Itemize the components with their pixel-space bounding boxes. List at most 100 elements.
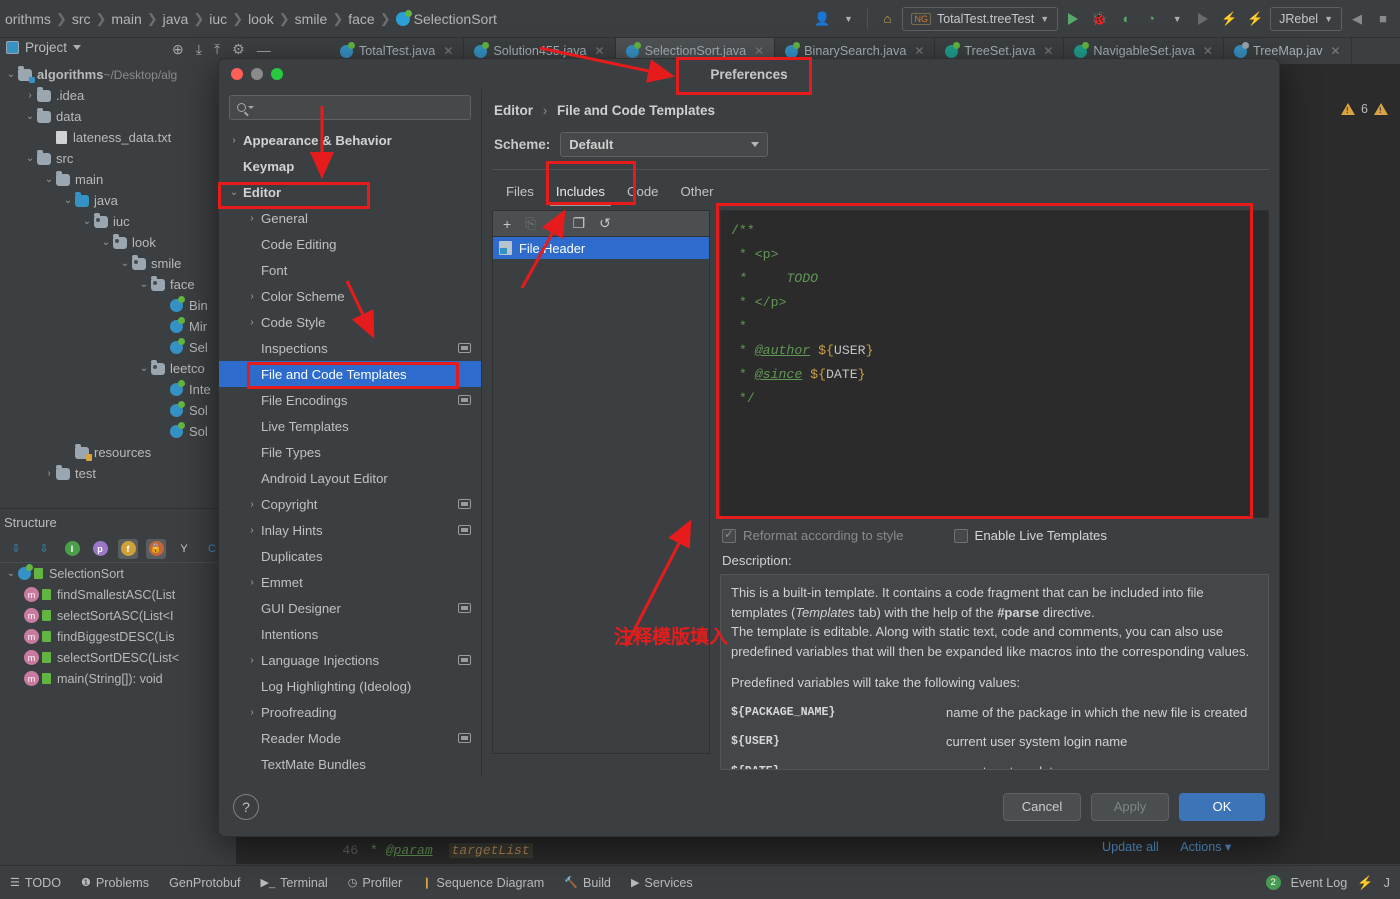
chevron-right-icon[interactable]: ›	[245, 525, 259, 536]
apply-button[interactable]: Apply	[1091, 792, 1169, 821]
breadcrumb-item[interactable]: SelectionSort	[391, 10, 502, 27]
group-methods-icon[interactable]: Y	[174, 539, 194, 559]
breadcrumb-item[interactable]: main	[106, 11, 146, 27]
show-fields-icon[interactable]: f	[118, 538, 138, 559]
chevron-down-icon[interactable]: ⌄	[80, 216, 94, 227]
settings-tree-item[interactable]: › Inlay Hints	[219, 517, 481, 543]
project-tree-node[interactable]: Bin	[0, 295, 236, 316]
chevron-down-icon[interactable]: ⌄	[23, 111, 37, 122]
run-config-caret-icon[interactable]: ▼	[1040, 14, 1049, 24]
avatar-caret-icon[interactable]: ▼	[837, 8, 859, 30]
settings-tree-item[interactable]: TextMate Bundles	[219, 751, 481, 777]
chevron-down-icon[interactable]: ⌄	[99, 237, 113, 248]
project-tree-node[interactable]: ⌄ smile	[0, 253, 236, 274]
stop-icon[interactable]: ■	[1372, 8, 1394, 30]
project-tree-node[interactable]: Sol	[0, 421, 236, 442]
settings-tree-item[interactable]: File and Code Templates	[219, 361, 481, 387]
project-tree-node[interactable]: › test	[0, 463, 236, 484]
actions-link[interactable]: Actions	[1180, 840, 1221, 854]
template-list[interactable]: File Header	[492, 236, 710, 754]
inspection-warning-indicator[interactable]: 6	[1341, 102, 1388, 116]
breadcrumb-item[interactable]: look	[243, 11, 279, 27]
close-icon[interactable]: ✕	[443, 44, 453, 58]
project-tree-node[interactable]: ⌄ data	[0, 106, 236, 127]
settings-tree-item[interactable]: › Color Scheme	[219, 283, 481, 309]
structure-item[interactable]: m selectSortASC(List<I	[0, 605, 236, 626]
status-bar-item[interactable]: ❶ Problems	[81, 876, 149, 890]
template-list-item[interactable]: File Header	[493, 237, 709, 259]
chevron-down-icon[interactable]: ⌄	[227, 187, 241, 198]
expand-all-icon[interactable]: ⤓	[196, 41, 202, 58]
jrebel-selector[interactable]: JRebel ▼	[1270, 6, 1342, 31]
project-tree-node[interactable]: ⌄ leetco	[0, 358, 236, 379]
project-tree-node[interactable]: Sel	[0, 337, 236, 358]
plus-icon[interactable]: +	[503, 216, 511, 232]
template-code-editor[interactable]: /** * <p> * TODO * </p> * * @author ${US…	[720, 210, 1269, 518]
breadcrumb-item[interactable]: face	[343, 11, 379, 27]
templates-tab[interactable]: Other	[671, 180, 724, 206]
project-tree-node[interactable]: resources	[0, 442, 236, 463]
settings-tree-item[interactable]: Intentions	[219, 621, 481, 647]
settings-tree-item[interactable]: › Proofreading	[219, 699, 481, 725]
chevron-down-icon[interactable]: ⌄	[23, 153, 37, 164]
close-icon[interactable]: ✕	[754, 44, 764, 58]
cancel-button[interactable]: Cancel	[1003, 792, 1081, 821]
coverage-button[interactable]: ◖	[1114, 8, 1136, 30]
copy-template-icon[interactable]: ⎘	[525, 215, 536, 232]
project-tree-node[interactable]: ⌄ java	[0, 190, 236, 211]
structure-item[interactable]: m selectSortDESC(List<	[0, 647, 236, 668]
jrebel-caret-icon[interactable]: ▼	[1324, 14, 1333, 24]
settings-tree-item[interactable]: › Code Style	[219, 309, 481, 335]
breadcrumb-item[interactable]: iuc	[204, 11, 232, 27]
templates-tab[interactable]: Files	[496, 180, 544, 206]
profile-button[interactable]: ◔	[1140, 8, 1162, 30]
chevron-right-icon[interactable]: ›	[245, 655, 259, 666]
chevron-down-icon[interactable]: ⌄	[4, 568, 18, 579]
project-tree-node[interactable]: lateness_data.txt	[0, 127, 236, 148]
reformat-checkbox[interactable]: Reformat according to style	[722, 527, 904, 543]
project-tree-node[interactable]: Sol	[0, 400, 236, 421]
help-button[interactable]: ?	[233, 793, 259, 820]
search-caret-icon[interactable]	[248, 106, 254, 109]
structure-item[interactable]: m findSmallestASC(List	[0, 584, 236, 605]
status-bar-item[interactable]: ❙ Sequence Diagram	[422, 876, 544, 890]
jrebel-status-icon[interactable]: ⚡	[1357, 875, 1373, 891]
project-tree-node[interactable]: ⌄ src	[0, 148, 236, 169]
chevron-down-icon[interactable]: ⌄	[137, 363, 151, 374]
chevron-right-icon[interactable]: ›	[245, 577, 259, 588]
sort-alphabetically-icon[interactable]: ⇩	[34, 539, 54, 559]
chevron-right-icon[interactable]: ›	[245, 317, 259, 328]
minus-icon[interactable]: −	[550, 216, 558, 232]
breadcrumb-item[interactable]: src	[67, 11, 96, 27]
ok-button[interactable]: OK	[1179, 792, 1265, 821]
chevron-right-icon[interactable]: ›	[23, 90, 37, 101]
status-bar-item[interactable]: 🔨 Build	[564, 876, 611, 890]
close-icon[interactable]: ✕	[914, 44, 924, 58]
status-bar-item[interactable]: ▶ Services	[631, 876, 693, 890]
settings-tree-item[interactable]: File Types	[219, 439, 481, 465]
settings-tree-item[interactable]: Duplicates	[219, 543, 481, 569]
project-toolwindow-header[interactable]: Project	[6, 40, 82, 55]
project-tree-node[interactable]: Mir	[0, 316, 236, 337]
settings-tree-item[interactable]: Log Highlighting (Ideolog)	[219, 673, 481, 699]
event-log-button[interactable]: Event Log	[1291, 876, 1348, 890]
chevron-down-icon[interactable]: ⌄	[61, 195, 75, 206]
chevron-down-icon[interactable]: ⌄	[42, 174, 56, 185]
project-tree-node[interactable]: › .idea	[0, 85, 236, 106]
settings-gear-icon[interactable]: ⚙	[232, 41, 245, 58]
status-bar-item[interactable]: GenProtobuf	[169, 876, 240, 890]
chevron-down-icon[interactable]: ⌄	[118, 258, 132, 269]
jrebel-run-icon[interactable]: ⚡	[1218, 8, 1240, 30]
close-icon[interactable]: ✕	[1203, 44, 1213, 58]
project-tree-node[interactable]: ⌄ main	[0, 169, 236, 190]
settings-tree-item[interactable]: ⌄ Editor	[219, 179, 481, 205]
show-properties-icon[interactable]: p	[90, 539, 110, 559]
chevron-right-icon[interactable]: ›	[245, 499, 259, 510]
structure-item[interactable]: m main(String[]): void	[0, 668, 236, 689]
sort-by-type-icon[interactable]: ⇩	[6, 539, 26, 559]
debug-button[interactable]: 🐞	[1088, 8, 1110, 30]
settings-tree-item[interactable]: › Copyright	[219, 491, 481, 517]
settings-tree-item[interactable]: Inspections	[219, 335, 481, 361]
show-inherited-icon[interactable]: I	[62, 539, 82, 559]
chevron-right-icon[interactable]: ›	[245, 213, 259, 224]
